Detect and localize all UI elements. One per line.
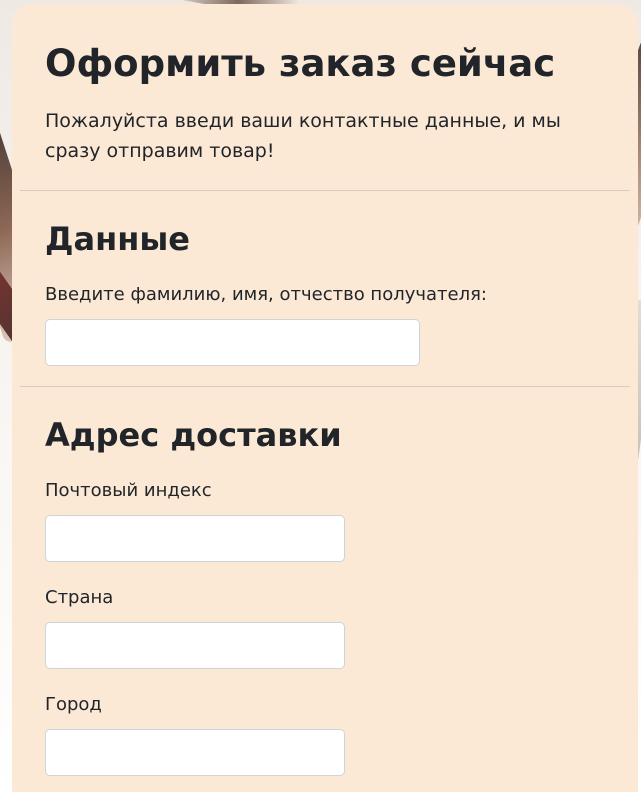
country-group: Страна [45, 586, 638, 669]
fullname-input[interactable] [45, 319, 420, 366]
city-group: Город [45, 693, 638, 776]
city-label: Город [45, 694, 102, 715]
page-title: Оформить заказ сейчас [45, 42, 556, 85]
country-input[interactable] [45, 622, 345, 669]
delivery-address-section: Адрес доставки Почтовый индекс Страна Го… [12, 387, 638, 776]
data-section-heading: Данные [45, 220, 190, 258]
form-header: Оформить заказ сейчас Пожалуйста введи в… [12, 4, 638, 190]
postal-code-input[interactable] [45, 515, 345, 562]
postal-code-group: Почтовый индекс [45, 479, 638, 562]
address-section-heading: Адрес доставки [45, 416, 342, 454]
postal-code-label: Почтовый индекс [45, 480, 212, 501]
fullname-label: Введите фамилию, имя, отчество получател… [45, 284, 487, 305]
intro-text: Пожалуйста введи ваши контактные данные,… [45, 110, 561, 162]
city-input[interactable] [45, 729, 345, 776]
order-form-card: Оформить заказ сейчас Пожалуйста введи в… [12, 4, 638, 792]
country-label: Страна [45, 587, 114, 608]
recipient-data-section: Данные Введите фамилию, имя, отчество по… [12, 191, 638, 386]
